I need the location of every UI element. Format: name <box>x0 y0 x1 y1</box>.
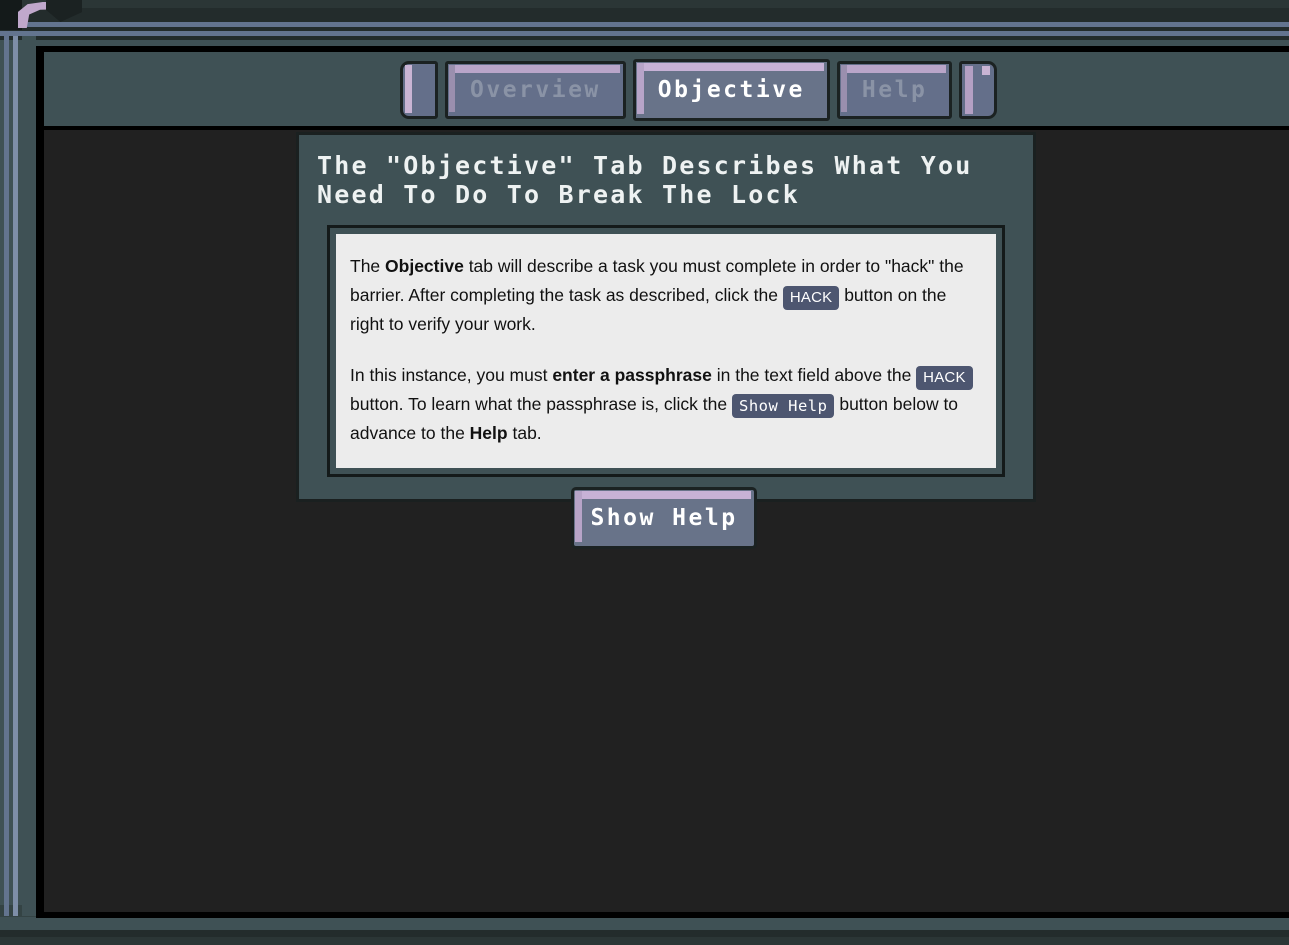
tab-endcap-right-corner <box>982 66 991 75</box>
p2-text-3: button. To learn what the passphrase is,… <box>350 394 732 414</box>
frame-accent-stripe-top <box>0 22 1289 27</box>
p1-bold-objective: Objective <box>385 256 464 276</box>
objective-panel: The "Objective" Tab Describes What You N… <box>296 132 1036 502</box>
tab-group: Overview Objective Help <box>400 59 998 121</box>
show-help-button[interactable]: Show Help <box>571 487 757 549</box>
p2-text-2: in the text field above the <box>711 365 917 385</box>
frame-left-rail-slate <box>22 36 36 916</box>
p2-bold-passphrase: enter a passphrase <box>552 365 712 385</box>
tab-left-highlight <box>636 63 644 114</box>
tab-help-label: Help <box>861 77 928 103</box>
p2-text-1: In this instance, you must <box>350 365 553 385</box>
button-left-highlight <box>575 491 582 542</box>
tab-endcap-left-highlight <box>405 65 412 113</box>
description-card: The Objective tab will describe a task y… <box>336 234 996 468</box>
p2-text-5: tab. <box>507 423 542 443</box>
inline-badge-show-help: Show Help <box>731 394 835 418</box>
page-title: The "Objective" Tab Describes What You N… <box>317 151 973 209</box>
p1-text-1: The <box>350 256 386 276</box>
tab-left-highlight <box>449 65 455 112</box>
tab-endcap-right-icon <box>959 61 998 119</box>
game-window: Overview Objective Help The "Objective" … <box>0 0 1289 945</box>
button-top-highlight <box>577 491 751 499</box>
inline-badge-hack: HACK <box>916 366 973 390</box>
tab-endcap-left-icon <box>400 61 438 119</box>
tab-help[interactable]: Help <box>836 61 953 119</box>
tab-overview[interactable]: Overview <box>445 61 626 119</box>
paragraph-objective-intro: The Objective tab will describe a task y… <box>350 252 982 339</box>
p2-bold-help: Help <box>469 423 508 443</box>
tab-endcap-right-highlight <box>965 66 974 114</box>
tab-overview-label: Overview <box>470 77 601 103</box>
frame-left-rail-inner <box>13 36 18 916</box>
tab-left-highlight <box>840 65 847 112</box>
tab-bar: Overview Objective Help <box>44 52 1289 126</box>
tab-top-highlight <box>842 65 947 73</box>
frame-accent-stripe-second <box>0 31 1289 36</box>
frame-bottom-band-slate <box>0 917 1289 929</box>
paragraph-passphrase-instruction: In this instance, you must enter a passp… <box>350 361 982 448</box>
tab-top-highlight <box>451 65 620 73</box>
tab-top-highlight <box>638 63 824 71</box>
content-area: The "Objective" Tab Describes What You N… <box>44 130 1289 912</box>
frame-left-rail-outer <box>4 36 9 916</box>
inline-badge-hack: HACK <box>782 286 840 310</box>
show-help-button-label: Show Help <box>590 505 738 531</box>
tab-objective-label: Objective <box>657 77 805 103</box>
tab-objective[interactable]: Objective <box>632 59 830 121</box>
description-card-frame: The Objective tab will describe a task y… <box>327 225 1005 477</box>
